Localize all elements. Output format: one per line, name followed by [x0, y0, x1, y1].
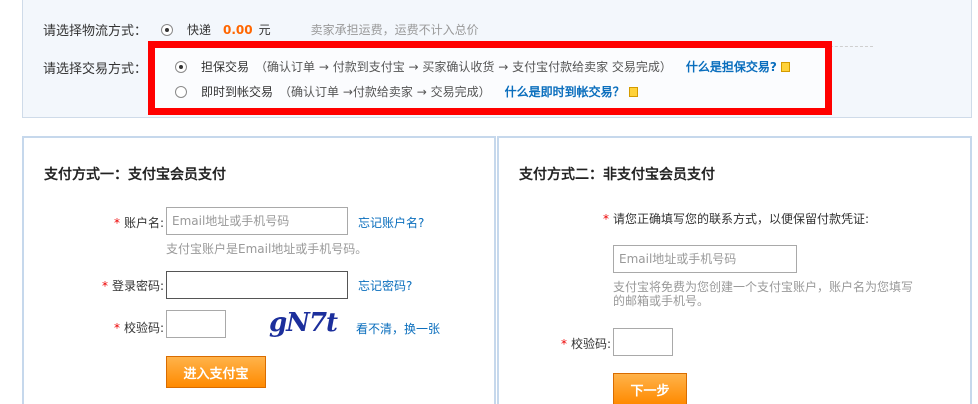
panel-title: 支付方式二：非支付宝会员支付: [519, 167, 715, 183]
contact-prompt: * 请您正确填写您的联系方式，以便保留付款凭证:: [603, 212, 870, 226]
password-label: * 登录密码:: [101, 279, 164, 293]
escrow-option[interactable]: 担保交易 （确认订单 → 付款到支付宝 → 买家确认收货 → 支付宝付款给卖家 …: [175, 58, 790, 75]
instant-radio[interactable]: [175, 85, 187, 98]
instant-flow: （确认订单 →付款给卖家 → 交易完成）: [279, 85, 491, 99]
logistics-row: 请选择物流方式： 快递 0.00 元 卖家承担运费，运费不计入总价: [43, 20, 479, 40]
note-icon: [780, 61, 790, 72]
trade-options-highlight: 担保交易 （确认订单 → 付款到支付宝 → 买家确认收货 → 支付宝付款给卖家 …: [148, 41, 832, 115]
price-unit: 元: [258, 23, 271, 37]
escrow-name: 担保交易: [201, 60, 250, 74]
account-label: * 账户名:: [113, 216, 164, 230]
enter-alipay-button[interactable]: 进入支付宝: [166, 356, 266, 388]
trade-row: 请选择交易方式：: [43, 58, 161, 77]
instant-option[interactable]: 即时到帐交易 （确认订单 →付款给卖家 → 交易完成） 什么是即时到帐交易？: [175, 83, 638, 100]
instant-name: 即时到帐交易: [201, 85, 274, 99]
non-member-panel: 支付方式二：非支付宝会员支付 * 请您正确填写您的联系方式，以便保留付款凭证: E…: [497, 136, 972, 404]
contact-input[interactable]: Email地址或手机号码: [613, 245, 797, 273]
checkout-page: 请选择物流方式： 快递 0.00 元 卖家承担运费，运费不计入总价 请选择交易方…: [0, 0, 978, 404]
captcha-input[interactable]: [166, 310, 226, 338]
shipping-price: 0.00: [223, 22, 253, 37]
instant-help-link[interactable]: 什么是即时到帐交易？: [505, 83, 625, 100]
captcha-label: * 校验码:: [113, 321, 164, 335]
trade-label: 请选择交易方式：: [43, 62, 148, 77]
note-icon: [628, 86, 638, 97]
captcha-label: * 校验码:: [560, 337, 611, 351]
shipping-note: 卖家承担运费，运费不计入总价: [310, 23, 479, 37]
express-option: 快递: [187, 23, 212, 37]
escrow-help-link[interactable]: 什么是担保交易?: [686, 58, 777, 75]
contact-hint: 支付宝将免费为您创建一个支付宝账户，账户名为您填写的邮箱或手机号。: [613, 280, 914, 308]
next-step-button[interactable]: 下一步: [613, 373, 687, 404]
refresh-captcha-link[interactable]: 看不清，换一张: [356, 320, 440, 337]
express-radio[interactable]: [161, 23, 173, 36]
alipay-member-panel: 支付方式一：支付宝会员支付 * 账户名: Email地址或手机号码 忘记账户名? …: [22, 136, 496, 404]
captcha-image[interactable]: gN7t: [269, 308, 338, 338]
account-hint: 支付宝账户是Email地址或手机号码。: [166, 242, 368, 256]
forgot-account-link[interactable]: 忘记账户名?: [358, 214, 424, 231]
panel-title: 支付方式一：支付宝会员支付: [44, 167, 226, 183]
escrow-flow: （确认订单 → 付款到支付宝 → 买家确认收货 → 支付宝付款给卖家 交易完成）: [255, 60, 672, 74]
account-input[interactable]: Email地址或手机号码: [166, 207, 348, 235]
forgot-password-link[interactable]: 忘记密码?: [358, 277, 412, 294]
escrow-radio[interactable]: [175, 60, 187, 73]
logistics-label: 请选择物流方式：: [43, 24, 148, 39]
password-input[interactable]: [166, 271, 348, 299]
captcha-input[interactable]: [613, 328, 673, 356]
